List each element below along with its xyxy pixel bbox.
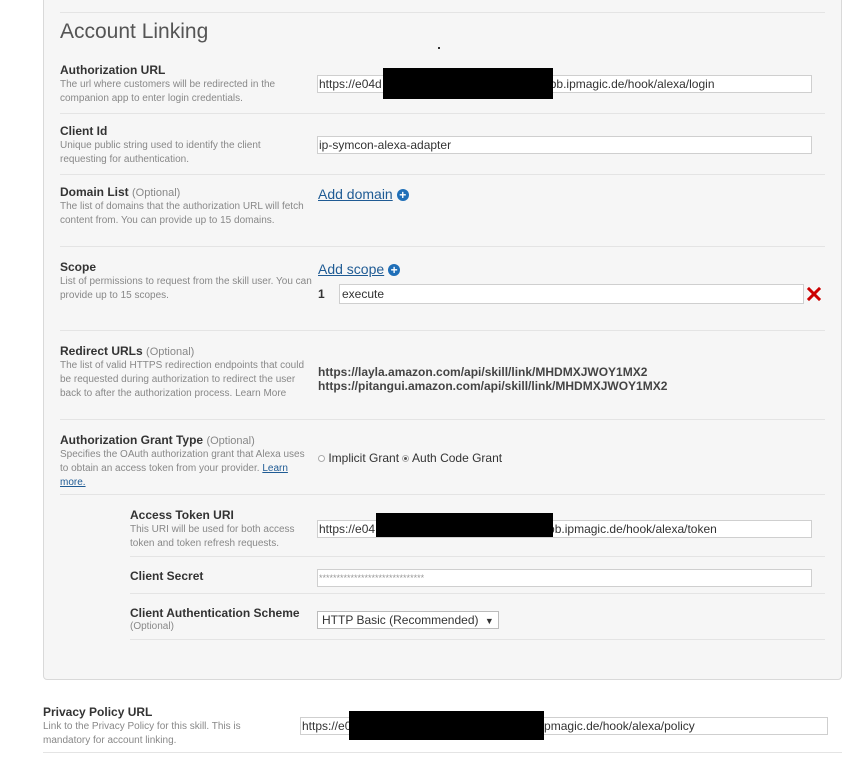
privacy-policy-value-end: b.ipmagic.de/hook/alexa/policy <box>531 719 695 733</box>
divider <box>60 494 825 495</box>
divider <box>60 113 825 114</box>
domain-list-description: The list of domains that the authorizati… <box>60 201 304 226</box>
plus-circle-icon: + <box>396 189 409 201</box>
client-auth-scheme-value: HTTP Basic (Recommended) <box>322 613 479 627</box>
domain-list-label: Domain List (Optional) <box>60 185 180 199</box>
plus-circle-icon: + <box>388 264 401 276</box>
divider <box>130 556 825 557</box>
redaction-block <box>349 711 544 740</box>
divider <box>60 419 825 420</box>
client-secret-label: Client Secret <box>130 569 204 583</box>
scope-label: Scope <box>60 260 97 274</box>
optional-tag: (Optional) <box>132 187 181 199</box>
client-id-label: Client Id <box>60 124 108 138</box>
grant-type-label: Authorization Grant Type (Optional) <box>60 433 255 447</box>
access-token-uri-value-end: bb.ipmagic.de/hook/alexa/token <box>548 522 717 536</box>
scope-input[interactable]: execute <box>339 284 804 304</box>
divider <box>43 752 842 753</box>
redirect-learn-more[interactable]: Learn More <box>235 388 286 399</box>
divider <box>60 330 825 331</box>
redirect-url-1: https://layla.amazon.com/api/skill/link/… <box>318 365 648 379</box>
authorization-url-value-end: bb.ipmagic.de/hook/alexa/login <box>549 77 715 91</box>
privacy-policy-description: Link to the Privacy Policy for this skil… <box>43 721 241 746</box>
dot-mark <box>438 47 440 49</box>
client-id-description: Unique public string used to identify th… <box>60 140 261 165</box>
access-token-uri-value-start: https://e04 <box>319 522 376 536</box>
section-title: Account Linking <box>60 20 209 43</box>
redaction-block <box>376 513 553 537</box>
chevron-down-icon: ▼ <box>484 616 494 626</box>
access-token-uri-description: This URI will be used for both access to… <box>130 524 295 549</box>
auth-code-grant-radio[interactable] <box>402 455 410 462</box>
domain-list-label-text: Domain List <box>60 185 129 199</box>
client-secret-input[interactable]: ****************************** <box>317 569 812 587</box>
optional-tag: (Optional) <box>146 346 195 358</box>
divider <box>60 246 825 247</box>
privacy-policy-value-start: https://e0 <box>302 719 352 733</box>
client-auth-scheme-optional: (Optional) <box>130 621 174 632</box>
auth-code-grant-label[interactable]: Auth Code Grant <box>412 451 502 465</box>
redirect-urls-label-text: Redirect URLs <box>60 344 143 358</box>
divider <box>130 593 825 594</box>
add-scope-link[interactable]: Add scope <box>318 261 384 277</box>
grant-type-description: Specifies the OAuth authorization grant … <box>60 448 305 490</box>
grant-type-options: Implicit Grant Auth Code Grant <box>318 451 502 465</box>
divider <box>60 12 825 13</box>
optional-tag: (Optional) <box>206 435 255 447</box>
redirect-urls-description: The list of valid HTTPS redirection endp… <box>60 359 308 401</box>
authorization-url-description: The url where customers will be redirect… <box>60 79 276 104</box>
scope-description: List of permissions to request from the … <box>60 276 312 301</box>
authorization-url-value-start: https://e04d <box>319 77 382 91</box>
add-scope-button[interactable]: Add scope + <box>318 261 401 277</box>
divider <box>60 174 825 175</box>
privacy-policy-label: Privacy Policy URL <box>43 705 153 719</box>
scope-index: 1 <box>318 287 325 301</box>
divider <box>130 639 825 640</box>
delete-icon[interactable] <box>806 286 822 302</box>
redirect-urls-label: Redirect URLs (Optional) <box>60 344 194 358</box>
add-domain-link[interactable]: Add domain <box>318 186 393 202</box>
implicit-grant-radio[interactable] <box>318 455 325 462</box>
redaction-block <box>383 68 553 99</box>
redirect-url-2: https://pitangui.amazon.com/api/skill/li… <box>318 379 668 393</box>
implicit-grant-label[interactable]: Implicit Grant <box>328 451 399 465</box>
client-auth-scheme-label: Client Authentication Scheme <box>130 606 300 620</box>
add-domain-button[interactable]: Add domain + <box>318 186 409 202</box>
client-id-input[interactable]: ip-symcon-alexa-adapter <box>317 136 812 154</box>
authorization-url-label: Authorization URL <box>60 63 166 77</box>
access-token-uri-label: Access Token URI <box>130 508 234 522</box>
client-auth-scheme-select[interactable]: HTTP Basic (Recommended) ▼ <box>317 611 499 629</box>
grant-type-label-text: Authorization Grant Type <box>60 433 204 447</box>
